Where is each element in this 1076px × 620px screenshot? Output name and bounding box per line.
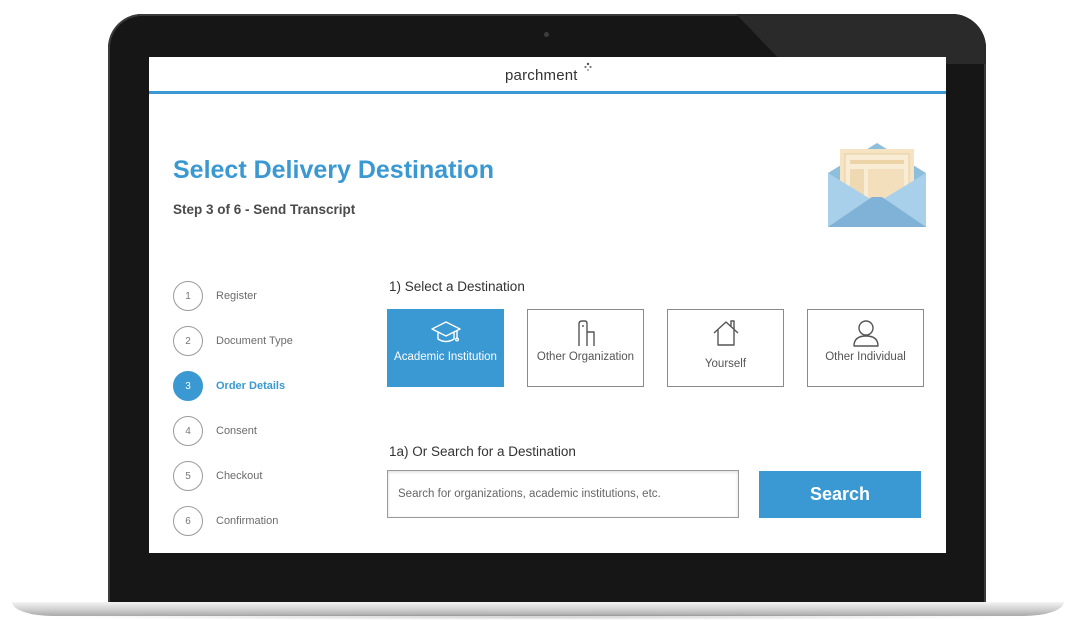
step-label: Order Details (216, 380, 286, 392)
laptop-shadow (40, 614, 1036, 620)
step-number: 2 (173, 326, 203, 356)
step-label: Consent (216, 425, 257, 437)
house-icon (710, 318, 742, 348)
step-label: Document Type (216, 335, 293, 347)
destination-academic-institution[interactable]: Academic Institution (387, 309, 504, 387)
logo-dots-icon (584, 62, 592, 71)
step-register[interactable]: 1 Register (173, 280, 363, 312)
destination-search-input[interactable] (387, 470, 739, 518)
laptop-screen: parchment Select Delivery Destination St… (149, 57, 946, 553)
step-confirmation[interactable]: 6 Confirmation (173, 505, 363, 537)
destination-heading: 1) Select a Destination (389, 279, 525, 294)
building-icon (570, 318, 602, 348)
step-number: 4 (173, 416, 203, 446)
envelope-icon (828, 143, 926, 227)
step-number: 5 (173, 461, 203, 491)
destination-label: Yourself (704, 358, 747, 370)
step-consent[interactable]: 4 Consent (173, 415, 363, 447)
destination-other-individual[interactable]: Other Individual (807, 309, 924, 387)
step-checkout[interactable]: 5 Checkout (173, 460, 363, 492)
step-label: Checkout (216, 470, 263, 482)
step-number: 3 (173, 371, 203, 401)
destination-label: Other Organization (536, 351, 635, 363)
search-heading: 1a) Or Search for a Destination (389, 444, 576, 459)
webcam-icon (544, 32, 549, 37)
page-title: Select Delivery Destination (173, 156, 494, 184)
step-label: Confirmation (216, 515, 279, 527)
step-order-details[interactable]: 3 Order Details (173, 370, 363, 402)
destination-options: Academic Institution Other Organization (387, 309, 927, 389)
person-icon (850, 318, 882, 348)
step-document-type[interactable]: 2 Document Type (173, 325, 363, 357)
search-button[interactable]: Search (759, 471, 921, 518)
destination-yourself[interactable]: Yourself (667, 309, 784, 387)
top-bar: parchment (149, 57, 946, 94)
destination-label: Other Individual (825, 351, 906, 363)
page-subtitle: Step 3 of 6 - Send Transcript (173, 202, 356, 217)
parchment-logo[interactable]: parchment (505, 62, 592, 84)
step-number: 6 (173, 506, 203, 536)
logo-text: parchment (505, 67, 578, 84)
step-number: 1 (173, 281, 203, 311)
destination-label: Academic Institution (394, 351, 497, 363)
destination-other-organization[interactable]: Other Organization (527, 309, 644, 387)
step-label: Register (216, 290, 257, 302)
graduation-cap-icon (430, 318, 462, 348)
